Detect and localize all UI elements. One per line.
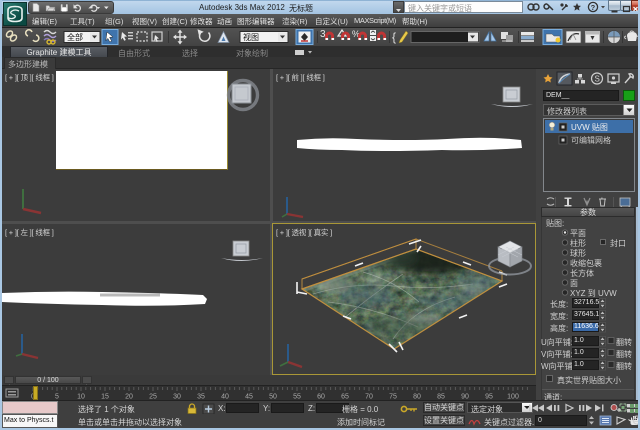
svg-text:{: { xyxy=(392,30,396,44)
svg-text:S: S xyxy=(595,75,600,84)
svg-text:全部: 全部 xyxy=(67,32,83,42)
svg-text:?: ? xyxy=(591,3,596,12)
svg-text:视图: 视图 xyxy=(243,32,259,42)
